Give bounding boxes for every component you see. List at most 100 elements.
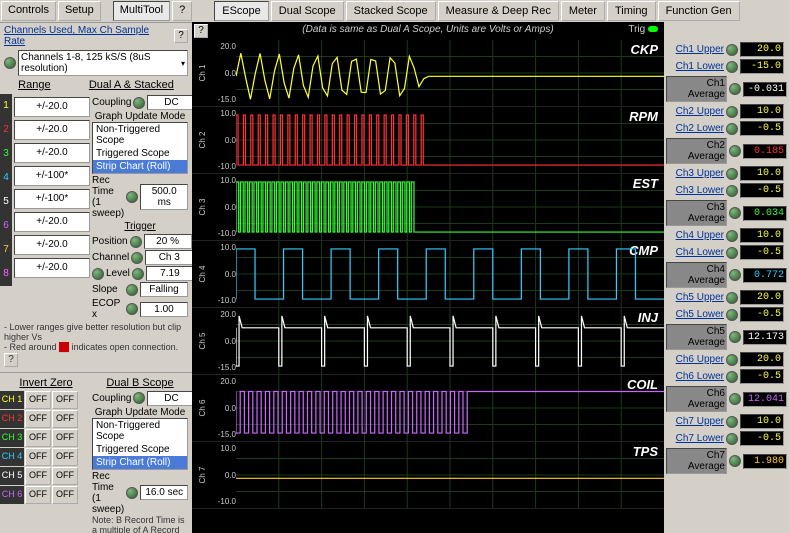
invert-off-button[interactable]: OFF	[25, 486, 51, 504]
duala-position-value[interactable]: 20 %	[144, 234, 192, 249]
stat-upper-label[interactable]: Ch1 Upper	[666, 44, 724, 55]
help-button[interactable]: ?	[172, 1, 192, 21]
range-select[interactable]: +/-20.0	[14, 120, 90, 140]
dualb-mode-option[interactable]: Non-Triggered Scope	[93, 419, 187, 443]
setup-button[interactable]: Setup	[58, 1, 101, 21]
range-select[interactable]: +/-20.0	[14, 258, 90, 278]
dualb-mode-list[interactable]: Non-Triggered ScopeTriggered ScopeStrip …	[92, 418, 188, 470]
stat-avg-knob[interactable]	[729, 455, 741, 467]
channels-used-link[interactable]: Channels Used, Max Ch Sample Rate	[4, 25, 172, 47]
stat-avg-knob[interactable]	[729, 207, 741, 219]
scope-help-icon[interactable]: ?	[194, 24, 208, 38]
stat-avg-label[interactable]: Ch5 Average	[666, 324, 727, 350]
stat-upper-label[interactable]: Ch4 Upper	[666, 230, 724, 241]
multitool-button[interactable]: MultiTool	[113, 1, 170, 21]
duala-mode-list[interactable]: Non-Triggered ScopeTriggered ScopeStrip …	[92, 122, 188, 174]
stat-avg-label[interactable]: Ch6 Average	[666, 386, 727, 412]
stat-avg-label[interactable]: Ch7 Average	[666, 448, 727, 474]
stat-avg-knob[interactable]	[729, 83, 741, 95]
channels-help-icon[interactable]: ?	[174, 29, 188, 43]
stat-lower-label[interactable]: Ch1 Lower	[666, 61, 724, 72]
duala-coupling-knob[interactable]	[133, 97, 145, 109]
stat-upper-label[interactable]: Ch6 Upper	[666, 354, 724, 365]
duala-rectime-knob[interactable]	[126, 191, 138, 203]
stat-upper-knob[interactable]	[726, 354, 738, 366]
zero-off-button[interactable]: OFF	[52, 486, 78, 504]
duala-ecop-knob[interactable]	[126, 303, 138, 315]
range-select[interactable]: +/-20.0	[14, 212, 90, 232]
stat-lower-knob[interactable]	[726, 185, 738, 197]
zero-off-button[interactable]: OFF	[52, 467, 78, 485]
zero-off-button[interactable]: OFF	[52, 391, 78, 409]
range-select[interactable]: +/-20.0	[14, 143, 90, 163]
controls-button[interactable]: Controls	[1, 1, 56, 21]
stat-upper-knob[interactable]	[726, 168, 738, 180]
stat-lower-knob[interactable]	[726, 371, 738, 383]
tab-funcgen[interactable]: Function Gen	[658, 1, 740, 21]
stat-lower-knob[interactable]	[726, 309, 738, 321]
duala-mode-option[interactable]: Strip Chart (Roll)	[93, 160, 187, 173]
stat-lower-label[interactable]: Ch7 Lower	[666, 433, 724, 444]
duala-position-knob[interactable]	[130, 236, 142, 248]
stat-avg-knob[interactable]	[729, 393, 741, 405]
channels-dropdown[interactable]: Channels 1-8, 125 kS/S (8uS resolution)	[18, 50, 188, 76]
duala-level-value[interactable]: 7.19	[146, 266, 194, 281]
dualb-coupling-value[interactable]: DC	[147, 391, 195, 406]
dualb-mode-option[interactable]: Triggered Scope	[93, 443, 187, 456]
stat-upper-label[interactable]: Ch7 Upper	[666, 416, 724, 427]
zero-off-button[interactable]: OFF	[52, 410, 78, 428]
invert-off-button[interactable]: OFF	[25, 391, 51, 409]
stat-upper-knob[interactable]	[726, 230, 738, 242]
dualb-mode-option[interactable]: Strip Chart (Roll)	[93, 456, 187, 469]
dualb-coupling-knob[interactable]	[133, 392, 145, 404]
stat-upper-knob[interactable]	[726, 44, 738, 56]
zero-off-button[interactable]: OFF	[52, 448, 78, 466]
stat-avg-label[interactable]: Ch1 Average	[666, 76, 727, 102]
channels-knob[interactable]	[4, 57, 16, 69]
invert-off-button[interactable]: OFF	[25, 467, 51, 485]
stat-upper-label[interactable]: Ch5 Upper	[666, 292, 724, 303]
stat-upper-knob[interactable]	[726, 106, 738, 118]
range-select[interactable]: +/-100*	[14, 189, 90, 209]
zero-off-button[interactable]: OFF	[52, 429, 78, 447]
stat-avg-knob[interactable]	[729, 145, 741, 157]
stat-upper-label[interactable]: Ch3 Upper	[666, 168, 724, 179]
stat-upper-knob[interactable]	[726, 292, 738, 304]
range-select[interactable]: +/-20.0	[14, 97, 90, 117]
stat-avg-knob[interactable]	[729, 269, 741, 281]
range-select[interactable]: +/-100*	[14, 166, 90, 186]
tab-escope[interactable]: EScope	[214, 1, 269, 21]
duala-level-knob2[interactable]	[132, 268, 144, 280]
stat-lower-label[interactable]: Ch3 Lower	[666, 185, 724, 196]
stat-lower-label[interactable]: Ch2 Lower	[666, 123, 724, 134]
tab-meter[interactable]: Meter	[561, 1, 605, 21]
tab-measure[interactable]: Measure & Deep Rec	[438, 1, 559, 21]
invert-off-button[interactable]: OFF	[25, 410, 51, 428]
tab-dualscope[interactable]: Dual Scope	[271, 1, 344, 21]
stat-lower-label[interactable]: Ch5 Lower	[666, 309, 724, 320]
stat-avg-label[interactable]: Ch2 Average	[666, 138, 727, 164]
dualb-rectime-knob[interactable]	[126, 487, 138, 499]
stat-avg-label[interactable]: Ch4 Average	[666, 262, 727, 288]
duala-mode-option[interactable]: Triggered Scope	[93, 147, 187, 160]
duala-channel-knob[interactable]	[131, 252, 143, 264]
note-help-icon[interactable]: ?	[4, 353, 18, 367]
invert-off-button[interactable]: OFF	[25, 429, 51, 447]
tab-timing[interactable]: Timing	[607, 1, 656, 21]
duala-coupling-value[interactable]: DC	[147, 95, 195, 110]
stat-lower-knob[interactable]	[726, 123, 738, 135]
stat-upper-knob[interactable]	[726, 416, 738, 428]
duala-channel-value[interactable]: Ch 3	[145, 250, 193, 265]
duala-mode-option[interactable]: Non-Triggered Scope	[93, 123, 187, 147]
invert-off-button[interactable]: OFF	[25, 448, 51, 466]
duala-slope-value[interactable]: Falling	[140, 282, 188, 297]
stat-lower-knob[interactable]	[726, 61, 738, 73]
duala-rectime-value[interactable]: 500.0 ms	[140, 184, 188, 210]
dualb-rectime-value[interactable]: 16.0 sec	[140, 485, 188, 500]
stat-avg-knob[interactable]	[729, 331, 741, 343]
duala-slope-knob[interactable]	[126, 284, 138, 296]
duala-ecop-value[interactable]: 1.00	[140, 302, 188, 317]
range-select[interactable]: +/-20.0	[14, 235, 90, 255]
stat-lower-label[interactable]: Ch6 Lower	[666, 371, 724, 382]
duala-level-knob[interactable]	[92, 268, 104, 280]
